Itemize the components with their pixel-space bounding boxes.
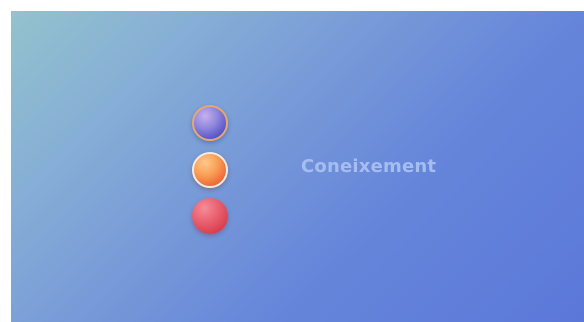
red-orb-button[interactable] <box>192 198 228 234</box>
gradient-stage: Coneixement <box>11 11 584 322</box>
purple-orb-button[interactable] <box>192 105 228 141</box>
coneixement-label: Coneixement <box>301 156 437 177</box>
orange-orb-button[interactable] <box>192 152 228 188</box>
